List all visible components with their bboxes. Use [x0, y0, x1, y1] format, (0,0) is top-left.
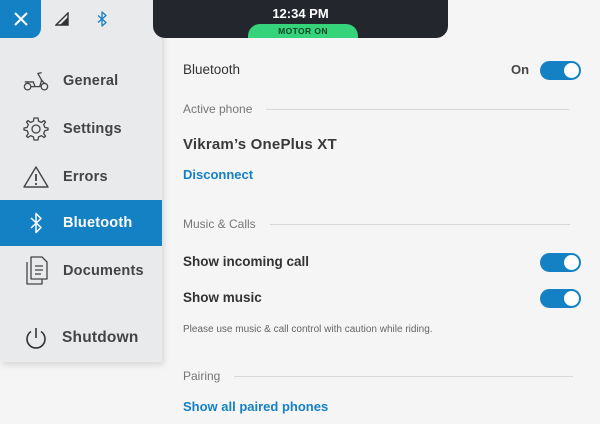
sidebar-item-label: Documents	[63, 263, 144, 279]
disconnect-button[interactable]: Disconnect	[183, 167, 253, 182]
sidebar: General Settings Errors Bluetooth Docume…	[0, 0, 162, 362]
power-icon	[22, 324, 50, 352]
sidebar-item-label: Bluetooth	[63, 215, 133, 231]
warning-icon	[22, 163, 50, 191]
sidebar-item-general[interactable]: General	[0, 58, 162, 104]
caution-note: Please use music & call control with cau…	[183, 324, 433, 335]
section-pairing: Pairing	[183, 369, 574, 383]
sidebar-item-settings[interactable]: Settings	[0, 106, 162, 152]
sidebar-item-label: Settings	[63, 121, 122, 137]
section-title: Pairing	[183, 369, 221, 383]
toggle-knob	[564, 63, 579, 78]
sidebar-item-label: Errors	[63, 169, 108, 185]
sidebar-item-bluetooth[interactable]: Bluetooth	[0, 200, 162, 246]
shutdown-button[interactable]: Shutdown	[0, 315, 162, 361]
section-title: Music & Calls	[183, 217, 256, 231]
shutdown-label: Shutdown	[62, 329, 139, 346]
sidebar-item-errors[interactable]: Errors	[0, 154, 162, 200]
scooter-icon	[22, 67, 50, 95]
show-music-label: Show music	[183, 290, 262, 305]
status-bar: 12:34 PM MOTOR ON	[153, 0, 448, 38]
show-incoming-call-toggle[interactable]	[540, 253, 581, 272]
bluetooth-icon	[22, 209, 50, 237]
divider	[269, 223, 570, 225]
bluetooth-state: On	[511, 62, 530, 77]
divider	[266, 108, 570, 110]
section-active-phone: Active phone	[183, 102, 570, 116]
signal-icon	[55, 12, 69, 26]
bluetooth-icon	[97, 11, 107, 27]
show-all-paired-phones-link[interactable]: Show all paired phones	[183, 399, 328, 414]
divider	[234, 375, 574, 377]
clock: 12:34 PM	[272, 6, 329, 21]
show-music-toggle[interactable]	[540, 289, 581, 308]
bluetooth-toggle[interactable]	[540, 61, 581, 80]
close-icon	[13, 12, 28, 26]
show-incoming-call-label: Show incoming call	[183, 254, 310, 269]
section-music-calls: Music & Calls	[183, 217, 570, 231]
toggle-knob	[564, 291, 579, 306]
sidebar-item-label: General	[63, 73, 119, 89]
sidebar-item-documents[interactable]: Documents	[0, 248, 162, 294]
bluetooth-label: Bluetooth	[183, 62, 241, 77]
close-button[interactable]	[0, 0, 41, 38]
toggle-knob	[564, 255, 579, 270]
section-title: Active phone	[183, 102, 253, 116]
active-phone-name: Vikram’s OnePlus XT	[183, 136, 337, 153]
documents-icon	[22, 256, 50, 285]
motor-status-badge: MOTOR ON	[248, 24, 358, 38]
gear-icon	[22, 115, 50, 143]
